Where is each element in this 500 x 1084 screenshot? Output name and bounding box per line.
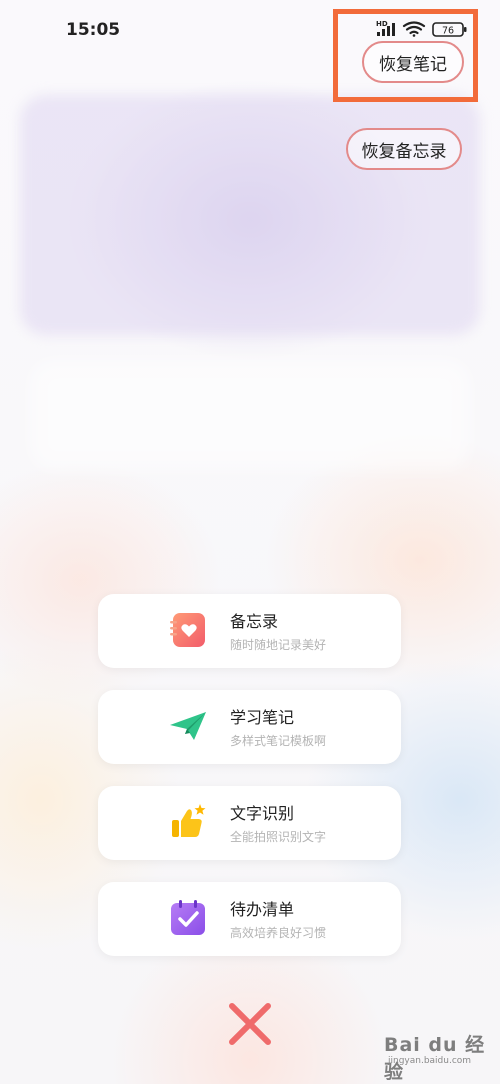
checklist-calendar-icon [171, 900, 205, 935]
menu-item-title: 备忘录 [230, 612, 279, 631]
status-time: 15:05 [66, 20, 121, 40]
heart-notebook-icon [170, 613, 205, 647]
menu-item-subtitle: 随时随地记录美好 [230, 638, 327, 652]
menu-item-memo[interactable]: 备忘录 随时随地记录美好 [98, 594, 401, 668]
baidu-watermark: Bai du 经验 jingyan.baidu.com [384, 1026, 494, 1083]
menu-item-study-notes[interactable]: 学习笔记 多样式笔记模板啊 [98, 690, 401, 764]
menu-item-title: 学习笔记 [230, 708, 295, 727]
menu-item-subtitle: 全能拍照识别文字 [230, 830, 327, 844]
close-icon[interactable] [226, 1000, 274, 1048]
watermark-subtext: jingyan.baidu.com [388, 1056, 472, 1066]
menu-item-title: 文字识别 [230, 804, 295, 823]
menu-item-title: 待办清单 [230, 900, 295, 919]
menu-item-subtitle: 多样式笔记模板啊 [230, 734, 327, 748]
paper-plane-icon [170, 712, 206, 740]
restore-notes-button[interactable]: 恢复笔记 [362, 41, 464, 83]
menu-item-todo-list[interactable]: 待办清单 高效培养良好习惯 [98, 882, 401, 956]
menu-item-text-recognition[interactable]: 文字识别 全能拍照识别文字 [98, 786, 401, 860]
thumbs-up-icon [172, 804, 206, 837]
blurred-card [30, 360, 470, 470]
restore-memo-button[interactable]: 恢复备忘录 [346, 128, 462, 170]
menu-item-subtitle: 高效培养良好习惯 [230, 926, 327, 940]
